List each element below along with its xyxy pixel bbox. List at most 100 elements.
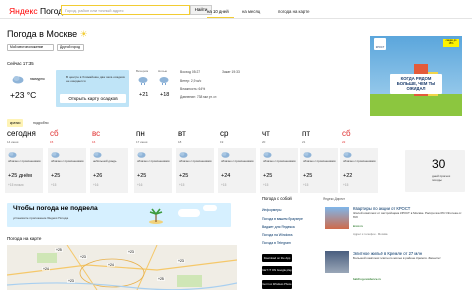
promo-cloud [178, 209, 200, 217]
day-condition: облачно с прояснениями [51, 159, 84, 163]
palm-icon [149, 208, 163, 224]
my-location-button[interactable]: Мой местоположение [7, 44, 54, 51]
weather-map[interactable]: +25 +23 +23 +24 +24 +23 +25 +23 [7, 245, 237, 290]
day-temp-high: +25 [263, 173, 273, 179]
day-temp-high: +22 [343, 173, 353, 179]
map-temp-label: +25 [55, 248, 63, 252]
yandex-direct-label[interactable]: Яндекс.Директ [323, 197, 345, 201]
day-condition: облачно с прояснениями [8, 159, 41, 163]
tab-detailed[interactable]: подробно [30, 119, 52, 127]
app-store-button[interactable]: Download on the App Store [262, 254, 292, 268]
cloud-icon [221, 152, 230, 158]
map-temp-label: +23 [177, 259, 185, 263]
apps-title: Погода с собой [262, 196, 292, 201]
day-condition: облачно с прояснениями [137, 159, 170, 163]
day-name: ср [220, 129, 229, 138]
nav-10-days[interactable]: на 10 дней [207, 9, 229, 14]
month-forecast-label: дней прогноз погоды [432, 174, 451, 182]
day-temp-high: +24 [221, 173, 231, 179]
now-condition: пасмурно [30, 77, 45, 81]
link-browser[interactable]: Погода в вашем браузере [262, 217, 303, 221]
ad-domain[interactable]: balchug-residence.ru [353, 277, 381, 281]
day-date: 20 [262, 140, 266, 144]
cloud-icon [12, 76, 24, 84]
cloud-icon [179, 152, 188, 158]
day-temp-low: +15 [343, 183, 349, 187]
day-temp-low: +15 ночью [8, 183, 24, 187]
promo-cloud [203, 205, 217, 211]
day-condition: небольшой дождь [93, 159, 117, 163]
day-date: 21 [302, 140, 306, 144]
day-date: 16 [92, 140, 96, 144]
map-section-title: Погода на карте [7, 236, 42, 241]
map-temp-label: +23 [67, 279, 75, 283]
sunrise-time: Восход 05:27 [180, 70, 201, 74]
header-divider [0, 18, 472, 19]
day-name: сегодня [7, 129, 36, 138]
map-temp-label: +24 [107, 263, 115, 267]
sun-icon: ☀ [79, 29, 88, 39]
google-play-button[interactable]: GET IT ON Google play [262, 266, 292, 275]
day-condition: облачно с прояснениями [303, 159, 336, 163]
day-name: вс [92, 129, 101, 138]
ad-body: Жилой комплекс от застройщика КРОСТ в Мо… [353, 211, 462, 219]
cloud-icon [263, 152, 272, 158]
day-date: 14 июня [7, 140, 19, 144]
cloud-rain-icon [159, 77, 169, 85]
day-condition: облачно с прояснениями [263, 159, 296, 163]
ad-banner-krost[interactable]: КРОСТ скидки до 15% КОГДА РЯДОМ БОЛЬШЕ, … [370, 36, 462, 116]
krost-logo: КРОСТ [374, 38, 386, 50]
wind-speed: Ветер: 2,9 м/с [180, 79, 202, 83]
day-date: 18 [178, 140, 182, 144]
day-temp-high: +25 [303, 173, 313, 179]
day-temp-high: +25 [137, 173, 147, 179]
day-condition: облачно с прояснениями [221, 159, 254, 163]
logo-brand: Яндекс [9, 6, 38, 16]
cloud-icon [51, 152, 60, 158]
ad-discount-badge: скидки до 15% [443, 39, 459, 47]
night-temp: +18 [160, 92, 170, 98]
now-temperature: +23 °С [10, 90, 37, 100]
ad-meta[interactable]: Адрес и телефон · Москва [353, 232, 387, 236]
day-temp-low: +15 [221, 183, 227, 187]
ad-slogan: КОГДА РЯДОМ БОЛЬШЕ, ЧЕМ ТЫ ОЖИДАЛ [390, 74, 442, 94]
ad-thumbnail[interactable] [325, 251, 349, 273]
map-temp-label: +23 [79, 255, 87, 259]
open-precipitation-map-button[interactable]: Открыть карту осадков [60, 94, 126, 103]
day-name: сб [342, 129, 351, 138]
evening-temp: +21 [139, 92, 149, 98]
evening-label: Вечером [136, 69, 149, 73]
day-name: пн [136, 129, 145, 138]
precipitation-card-text: В центре в ближайшие два часа осадков не… [66, 75, 125, 83]
day-date: 22 [342, 140, 346, 144]
link-informers[interactable]: Информеры [262, 208, 281, 212]
ad-grass [370, 94, 462, 116]
cloud-icon [137, 152, 146, 158]
day-temp-high: +25 [51, 173, 61, 179]
link-widget[interactable]: Виджет для Яндекса [262, 225, 295, 229]
windows-phone-button[interactable]: Get it on Windows Phone [262, 280, 292, 289]
promo-subtitle: установите приложение Яндекс.Погода [13, 216, 69, 220]
day-temp-high: +26 [93, 173, 103, 179]
day-date: 19 [220, 140, 224, 144]
search-input[interactable]: Город, район или точный адрес [61, 5, 190, 15]
tab-short[interactable]: кратко [7, 119, 24, 127]
link-telegram[interactable]: Погода в Telegram [262, 241, 291, 245]
day-name: вт [178, 129, 186, 138]
nav-month[interactable]: на месяц [242, 9, 260, 14]
ad-body: Большой комплекс элитного жилья в районе… [353, 256, 441, 260]
cloud-icon [343, 152, 352, 158]
cloud-icon [93, 152, 102, 158]
ad-domain[interactable]: krost.ru [353, 224, 363, 228]
other-city-button[interactable]: Другой город [57, 44, 84, 51]
month-forecast-number: 30 [432, 157, 446, 171]
map-temp-label: +25 [157, 277, 165, 281]
nav-map[interactable]: погода на карте [278, 9, 310, 14]
yandex-weather-logo[interactable]: Яндекс Погода [9, 6, 68, 16]
humidity: Влажность: 64% [180, 87, 206, 91]
link-windows[interactable]: Погода на Windows [262, 233, 293, 237]
ad-thumbnail[interactable] [325, 207, 349, 229]
day-temp-low: +16 [137, 183, 143, 187]
night-label: Ночью [158, 69, 168, 73]
day-date: 15 [50, 140, 54, 144]
